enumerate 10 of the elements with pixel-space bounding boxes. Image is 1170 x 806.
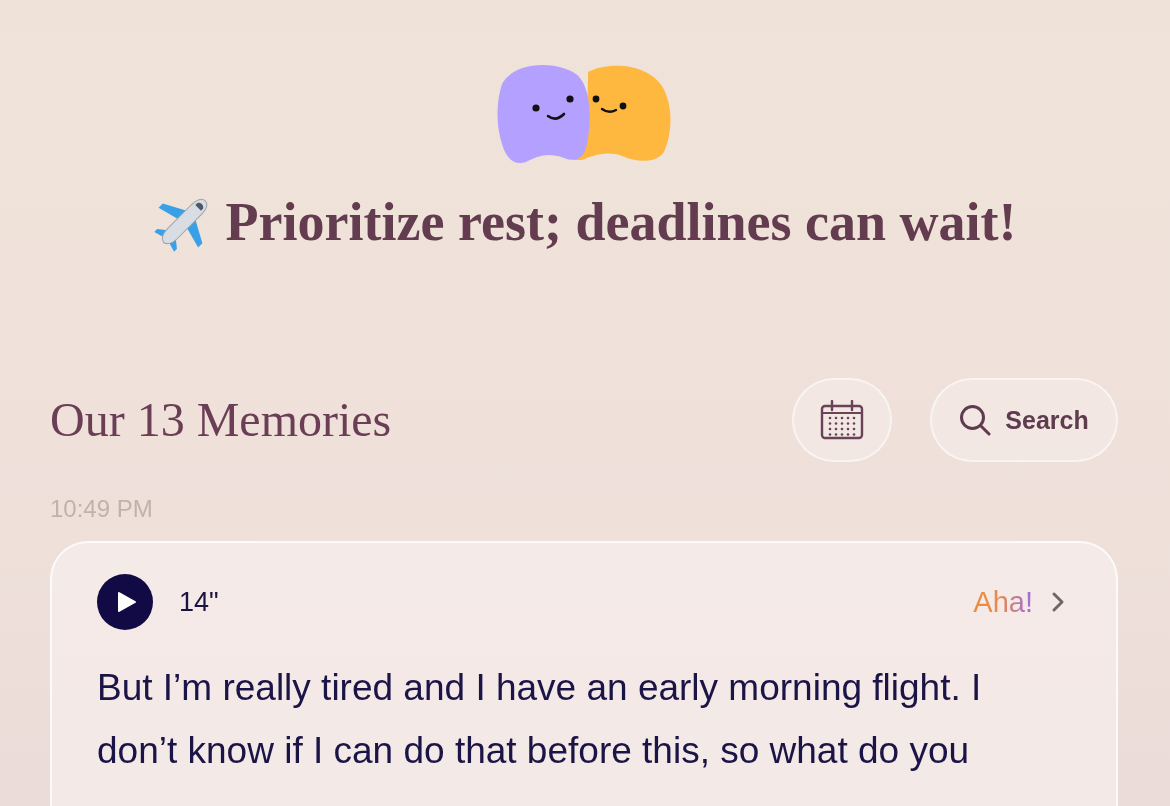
memories-heading: Our 13 Memories [50,392,393,448]
play-icon [117,591,137,613]
chevron-right-icon [1051,591,1065,613]
memory-transcript: But I’m really tired and I have an early morning flight. I don’t know if I can do that before this, so what do you [97,666,983,773]
calendar-icon [820,400,864,440]
search-icon [959,404,992,436]
motto-title: Prioritize rest; deadlines can wait! [225,191,1017,253]
search-button[interactable]: Search [930,378,1118,462]
play-button[interactable] [97,574,153,630]
audio-duration: 14" [179,586,220,618]
